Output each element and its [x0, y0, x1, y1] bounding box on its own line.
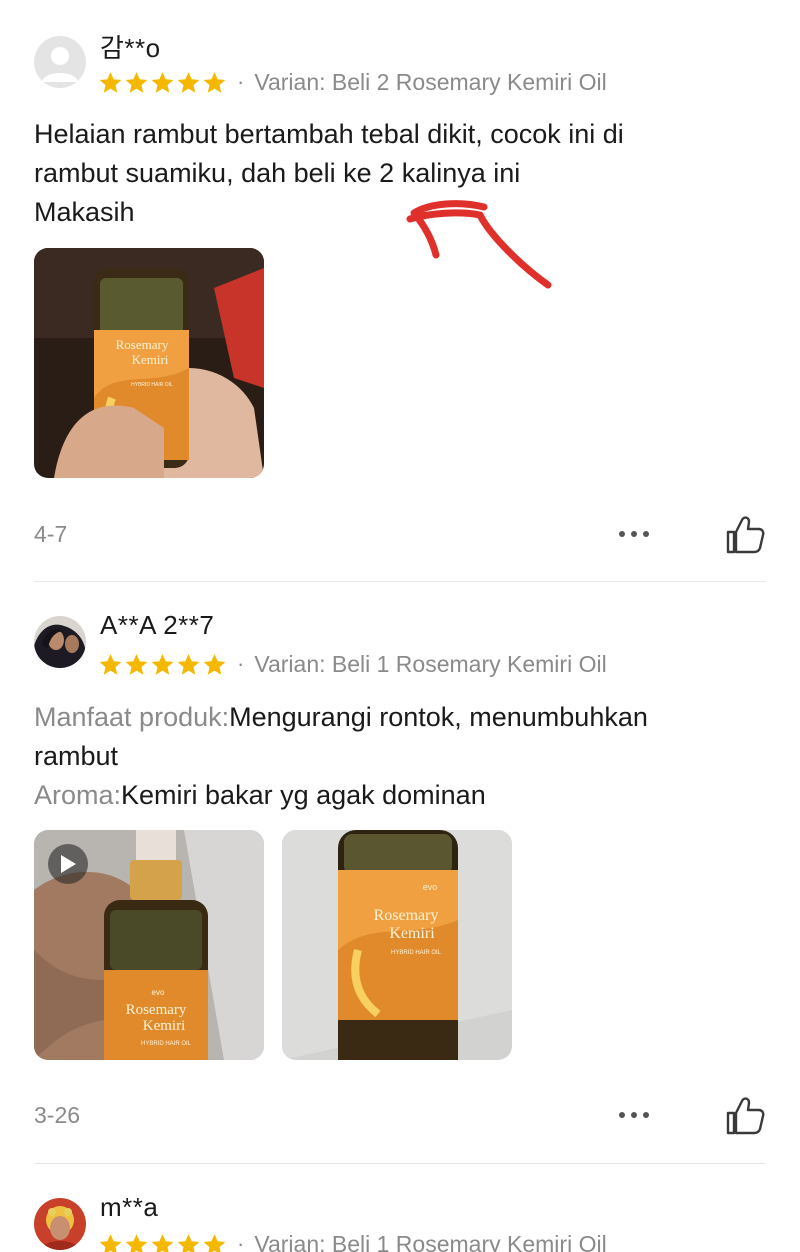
rating-row: · Varian: Beli 1 Rosemary Kemiri Oil [98, 648, 607, 680]
benefit-label: Manfaat produk: [34, 702, 230, 732]
reviewer-name: A**A 2**7 [100, 610, 215, 640]
review-photo[interactable]: evo Rosemary Kemiri HYBRID HAIR OIL [282, 830, 512, 1060]
review-date: 4-7 [34, 521, 68, 547]
benefit-value: Mengurangi rontok, menumbuhkan [229, 702, 648, 732]
more-options-icon[interactable] [612, 522, 656, 546]
product-label-text: Rosemary [374, 907, 439, 924]
product-label-text: Rosemary [126, 1002, 187, 1018]
product-label-text: HYBRID HAIR OIL [391, 950, 442, 956]
review-text-line: Helaian rambut bertambah tebal dikit, co… [34, 119, 624, 149]
avatar[interactable] [34, 1198, 86, 1250]
play-icon[interactable] [48, 844, 88, 884]
star-icon [99, 1233, 122, 1252]
aroma-value: Kemiri bakar yg agak dominan [121, 780, 486, 810]
star-icon [151, 71, 174, 93]
review-text: Manfaat produk:Mengurangi rontok, menumb… [34, 698, 774, 815]
star-icon [99, 653, 122, 675]
star-icon [177, 1233, 200, 1252]
review-video[interactable]: evo Rosemary Kemiri HYBRID HAIR OIL [34, 830, 264, 1060]
divider [34, 1163, 766, 1164]
star-icon [125, 1233, 148, 1252]
star-icon [203, 653, 226, 675]
product-label-text: Kemiri [389, 925, 435, 942]
product-label-text: Kemiri [143, 1018, 186, 1034]
variant-label: Varian: Beli 1 Rosemary Kemiri Oil [254, 650, 607, 677]
product-label-text: evo [152, 988, 165, 997]
avatar[interactable] [34, 36, 86, 88]
aroma-label: Aroma: [34, 780, 122, 810]
variant-label: Varian: Beli 2 Rosemary Kemiri Oil [254, 68, 607, 95]
reviewer-name: 감**o [100, 33, 161, 63]
reviewer-name: m**a [100, 1192, 159, 1222]
star-icon [203, 1233, 226, 1252]
star-icon [125, 71, 148, 93]
review-date: 3-26 [34, 1102, 81, 1128]
star-icon [99, 71, 122, 93]
review-photo[interactable]: Rosemary Kemiri HYBRID HAIR OIL [34, 248, 264, 478]
avatar-photo [34, 616, 86, 668]
review-text-line: rambut [34, 741, 119, 771]
thumbs-up-icon[interactable] [722, 512, 766, 556]
star-rating [98, 1232, 227, 1252]
separator-dot: · [237, 1231, 245, 1252]
star-icon [177, 71, 200, 93]
review-text-line: rambut suamiku, dah beli ke 2 kalinya in… [34, 158, 521, 188]
review-photos: Rosemary Kemiri HYBRID HAIR OIL [34, 248, 264, 478]
divider [34, 581, 766, 582]
avatar-placeholder-icon [34, 36, 86, 88]
annotation-arrow-icon [406, 200, 552, 289]
rating-row: · Varian: Beli 2 Rosemary Kemiri Oil [98, 66, 607, 98]
rating-row: · Varian: Beli 1 Rosemary Kemiri Oil [98, 1228, 607, 1252]
review-text-line: Aroma:Kemiri bakar yg agak dominan [34, 776, 774, 815]
product-label-text: HYBRID HAIR OIL [131, 382, 173, 388]
product-label-text: evo [423, 882, 438, 892]
thumbs-up-icon[interactable] [722, 1093, 766, 1137]
star-rating [98, 70, 227, 95]
product-label-text: Kemiri [132, 352, 169, 367]
variant-label: Varian: Beli 1 Rosemary Kemiri Oil [254, 1230, 607, 1252]
separator-dot: · [237, 69, 245, 94]
avatar[interactable] [34, 616, 86, 668]
star-icon [125, 653, 148, 675]
star-rating [98, 652, 227, 677]
separator-dot: · [237, 651, 245, 676]
star-icon [151, 653, 174, 675]
more-options-icon[interactable] [612, 1103, 656, 1127]
star-icon [177, 653, 200, 675]
star-icon [203, 71, 226, 93]
review-photos: evo Rosemary Kemiri HYBRID HAIR OIL evo … [34, 830, 512, 1060]
product-label-text: HYBRID HAIR OIL [141, 1041, 192, 1047]
product-label-text: Rosemary [116, 337, 169, 352]
review-text-line: Manfaat produk:Mengurangi rontok, menumb… [34, 698, 774, 737]
star-icon [151, 1233, 174, 1252]
avatar-photo [34, 1198, 86, 1250]
